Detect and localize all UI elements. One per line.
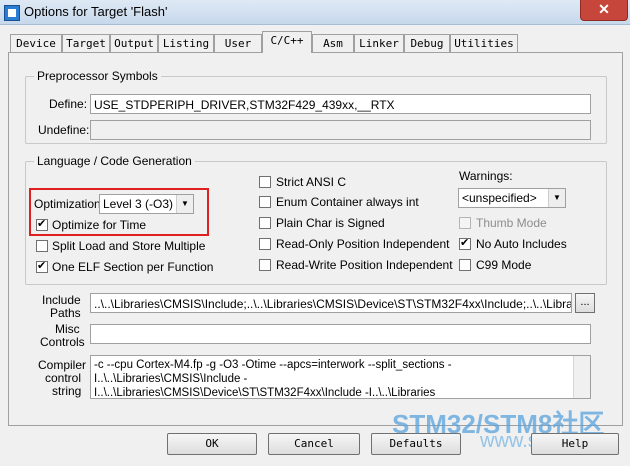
c99-mode-label: C99 Mode: [476, 258, 532, 272]
thumb-mode-label: Thumb Mode: [476, 216, 547, 230]
tab-asm[interactable]: Asm: [312, 34, 354, 52]
enum-container-checkbox[interactable]: [259, 196, 271, 208]
tab-linker[interactable]: Linker: [354, 34, 404, 52]
compiler-control-label-2: control: [45, 371, 82, 385]
include-paths-label-2: Paths: [50, 306, 81, 320]
misc-controls-label-1: Misc: [55, 322, 80, 336]
one-elf-section-checkbox[interactable]: [36, 259, 48, 273]
rw-position-independent-label: Read-Write Position Independent: [276, 258, 453, 272]
app-icon: [4, 5, 20, 21]
tab-debug[interactable]: Debug: [404, 34, 450, 52]
warnings-select[interactable]: <unspecified> ▼: [458, 188, 566, 208]
c99-mode-checkbox[interactable]: [459, 259, 471, 271]
optimization-label: Optimization:: [34, 197, 105, 211]
enum-container-label: Enum Container always int: [276, 195, 419, 209]
optimization-select[interactable]: Level 3 (-O3) ▼: [99, 194, 194, 214]
warnings-label: Warnings:: [459, 169, 513, 183]
tab-utilities[interactable]: Utilities: [450, 34, 518, 52]
ro-position-independent-label: Read-Only Position Independent: [276, 237, 450, 251]
rw-position-independent-checkbox[interactable]: [259, 259, 271, 271]
window-title: Options for Target 'Flash': [24, 4, 168, 19]
undefine-input[interactable]: [90, 120, 591, 140]
tab-output[interactable]: Output: [110, 34, 158, 52]
compiler-control-scrollbar[interactable]: [573, 356, 590, 398]
defaults-button[interactable]: Defaults: [371, 433, 461, 455]
one-elf-section-label: One ELF Section per Function: [52, 260, 214, 274]
tab-listing[interactable]: Listing: [158, 34, 214, 52]
split-load-store-label: Split Load and Store Multiple: [52, 239, 206, 253]
misc-controls-label-2: Controls: [40, 335, 85, 349]
compiler-control-label-1: Compiler: [38, 358, 87, 372]
no-auto-includes-checkbox[interactable]: [459, 236, 471, 250]
plain-char-signed-label: Plain Char is Signed: [276, 216, 385, 230]
optimize-for-time-label: Optimize for Time: [52, 218, 147, 232]
thumb-mode-checkbox[interactable]: [459, 217, 471, 229]
split-load-store-checkbox[interactable]: [36, 240, 48, 252]
ok-button[interactable]: OK: [167, 433, 257, 455]
help-button[interactable]: Help: [531, 433, 619, 455]
tab-user[interactable]: User: [214, 34, 262, 52]
compiler-control-line-2: I..\..\Libraries\CMSIS\Device\ST\STM32F4…: [94, 387, 436, 399]
compiler-control-line-1: -c --cpu Cortex-M4.fp -g -O3 -Otime --ap…: [94, 359, 452, 385]
close-button[interactable]: ✕: [580, 0, 628, 21]
cancel-button[interactable]: Cancel: [268, 433, 360, 455]
define-input[interactable]: USE_STDPERIPH_DRIVER,STM32F429_439xx,__R…: [90, 94, 591, 114]
compiler-control-label-3: string: [52, 384, 82, 398]
warnings-value: <unspecified>: [462, 191, 537, 205]
options-dialog: Options for Target 'Flash' ✕ Device Targ…: [0, 0, 630, 466]
tab-strip: Device Target Output Listing User C/C++ …: [8, 31, 622, 54]
title-bar: Options for Target 'Flash' ✕: [0, 0, 630, 25]
include-paths-browse-button[interactable]: ...: [575, 293, 595, 313]
optimize-for-time-checkbox[interactable]: [36, 217, 48, 231]
tab-device[interactable]: Device: [10, 34, 62, 52]
language-group-label: Language / Code Generation: [34, 154, 195, 168]
preprocessor-group-label: Preprocessor Symbols: [34, 69, 161, 83]
strict-ansi-c-label: Strict ANSI C: [276, 175, 347, 189]
define-label: Define:: [49, 97, 88, 111]
ro-position-independent-checkbox[interactable]: [259, 238, 271, 250]
misc-controls-input[interactable]: [90, 324, 591, 344]
optimization-value: Level 3 (-O3): [103, 197, 174, 211]
compiler-control-string[interactable]: -c --cpu Cortex-M4.fp -g -O3 -Otime --ap…: [90, 355, 591, 399]
no-auto-includes-label: No Auto Includes: [476, 237, 567, 251]
plain-char-signed-checkbox[interactable]: [259, 217, 271, 229]
strict-ansi-c-checkbox[interactable]: [259, 176, 271, 188]
undefine-label: Undefine:: [38, 123, 90, 137]
tab-target[interactable]: Target: [62, 34, 110, 52]
include-paths-label-1: Include: [42, 293, 81, 307]
include-paths-input[interactable]: ..\..\Libraries\CMSIS\Include;..\..\Libr…: [90, 293, 572, 313]
chevron-down-icon: ▼: [548, 189, 565, 207]
tab-c-cpp[interactable]: C/C++: [262, 31, 312, 53]
chevron-down-icon: ▼: [176, 195, 193, 213]
